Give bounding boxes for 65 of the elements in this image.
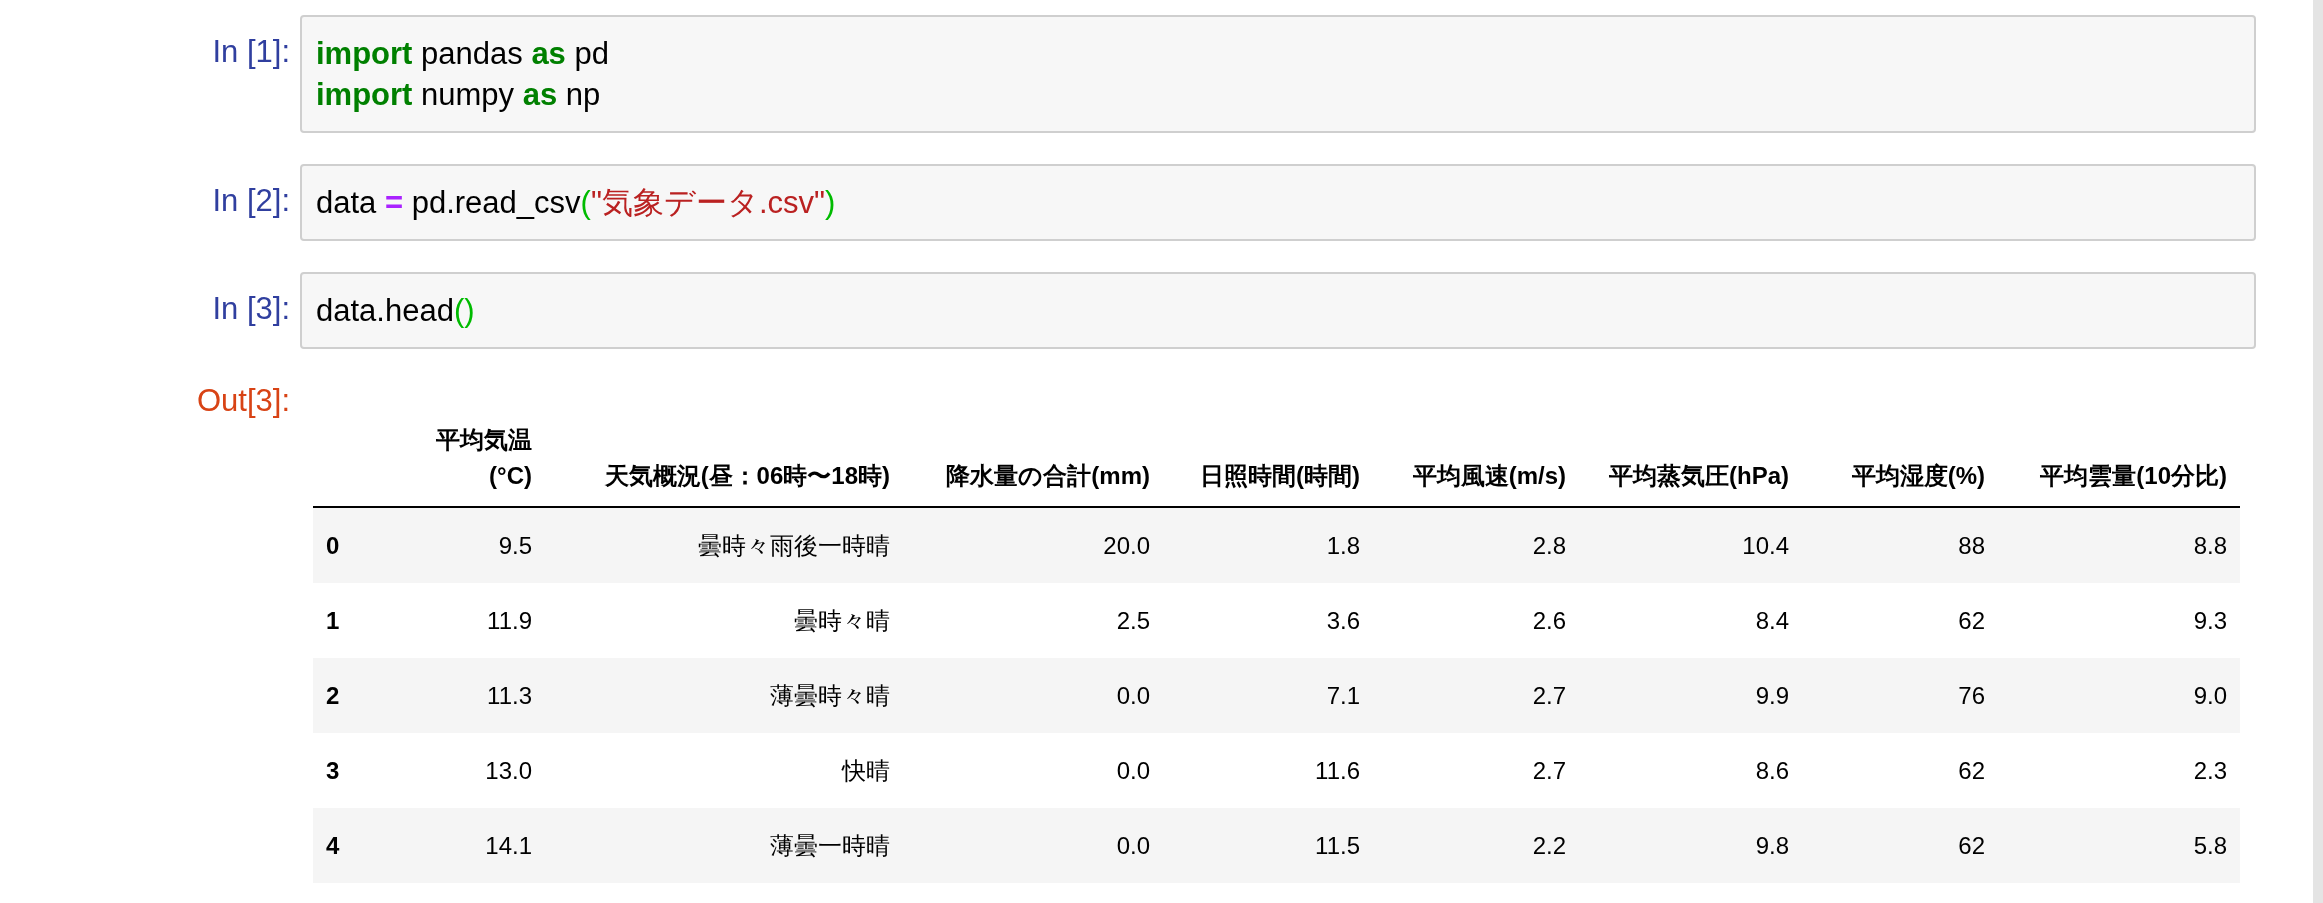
- table-cell: 2.8: [1532, 531, 1566, 559]
- code-line: data.head(): [316, 292, 475, 330]
- column-header: 平均風速(m/s): [1412, 462, 1566, 489]
- table-cell: 11.3: [487, 681, 532, 709]
- code-cell[interactable]: data.head(): [300, 272, 2256, 349]
- output-prompt: Out[3]:: [195, 382, 290, 420]
- table-cell: 9.9: [1755, 681, 1789, 709]
- input-prompt: In [3]:: [211, 290, 290, 328]
- table-cell: 2.7: [1532, 681, 1566, 709]
- table-cell: 20.0: [1103, 531, 1150, 559]
- table-cell: 曇時々雨後一時晴: [698, 531, 890, 559]
- input-prompt: In [2]:: [211, 182, 290, 220]
- row-index: 3: [326, 756, 340, 784]
- table-cell: 11.6: [1315, 756, 1360, 784]
- table-cell: 2.7: [1532, 756, 1566, 784]
- table-cell: 薄曇一時晴: [770, 831, 890, 859]
- code-cell[interactable]: import pandas as pd import numpy as np: [300, 15, 2256, 133]
- row-index: 4: [326, 831, 340, 859]
- table-cell: 快晴: [842, 756, 890, 784]
- table-cell: 2.5: [1116, 606, 1150, 634]
- table-cell: 1.8: [1326, 531, 1360, 559]
- column-header: 平均雲量(10分比): [2040, 462, 2227, 489]
- table-cell: 76: [1958, 681, 1985, 709]
- column-header: 平均蒸気圧(hPa): [1609, 462, 1789, 489]
- table-cell: 14.1: [485, 831, 532, 859]
- table-cell: 8.6: [1755, 756, 1789, 784]
- table-cell: 2.6: [1532, 606, 1566, 634]
- column-header: 平均湿度(%): [1851, 462, 1985, 489]
- table-cell: 10.4: [1742, 531, 1789, 559]
- table-cell: 62: [1958, 606, 1985, 634]
- table-cell: 5.8: [2193, 831, 2227, 859]
- column-header: 降水量の合計(mm): [946, 462, 1150, 489]
- row-index: 1: [326, 606, 340, 634]
- table-cell: 62: [1958, 831, 1985, 859]
- table-cell: 曇時々晴: [794, 606, 890, 634]
- table-cell: 2.2: [1532, 831, 1566, 859]
- table-cell: 8.4: [1755, 606, 1789, 634]
- table-cell: 13.0: [485, 756, 532, 784]
- table-cell: 11.5: [1315, 831, 1360, 859]
- table-cell: 11.9: [487, 606, 532, 634]
- row-index: 2: [326, 681, 340, 709]
- code-cell[interactable]: data = pd.read_csv("気象データ.csv"): [300, 164, 2256, 241]
- column-header: 天気概況(昼：06時〜18時): [604, 462, 890, 489]
- code-line: import pandas as pd: [316, 35, 609, 73]
- table-cell: 9.3: [2193, 606, 2227, 634]
- table-cell: 2.3: [2193, 756, 2227, 784]
- input-prompt: In [1]:: [211, 33, 290, 71]
- code-line: import numpy as np: [316, 76, 601, 114]
- table-cell: 9.5: [498, 531, 532, 559]
- table-cell: 3.6: [1326, 606, 1360, 634]
- scrollbar[interactable]: [2313, 0, 2323, 903]
- code-line: data = pd.read_csv("気象データ.csv"): [316, 184, 836, 222]
- row-index: 0: [326, 531, 340, 559]
- table-cell: 62: [1958, 756, 1985, 784]
- table-cell: 9.0: [2193, 681, 2227, 709]
- table-cell: 0.0: [1116, 681, 1150, 709]
- table-cell: 9.8: [1755, 831, 1789, 859]
- column-header: 平均気温(°C): [436, 426, 532, 489]
- table-cell: 8.8: [2193, 531, 2227, 559]
- table-cell: 薄曇時々晴: [770, 681, 890, 709]
- column-header: 日照時間(時間): [1200, 462, 1360, 489]
- table-cell: 0.0: [1116, 756, 1150, 784]
- table-cell: 7.1: [1326, 681, 1360, 709]
- table-cell: 88: [1958, 531, 1985, 559]
- table-cell: 0.0: [1116, 831, 1150, 859]
